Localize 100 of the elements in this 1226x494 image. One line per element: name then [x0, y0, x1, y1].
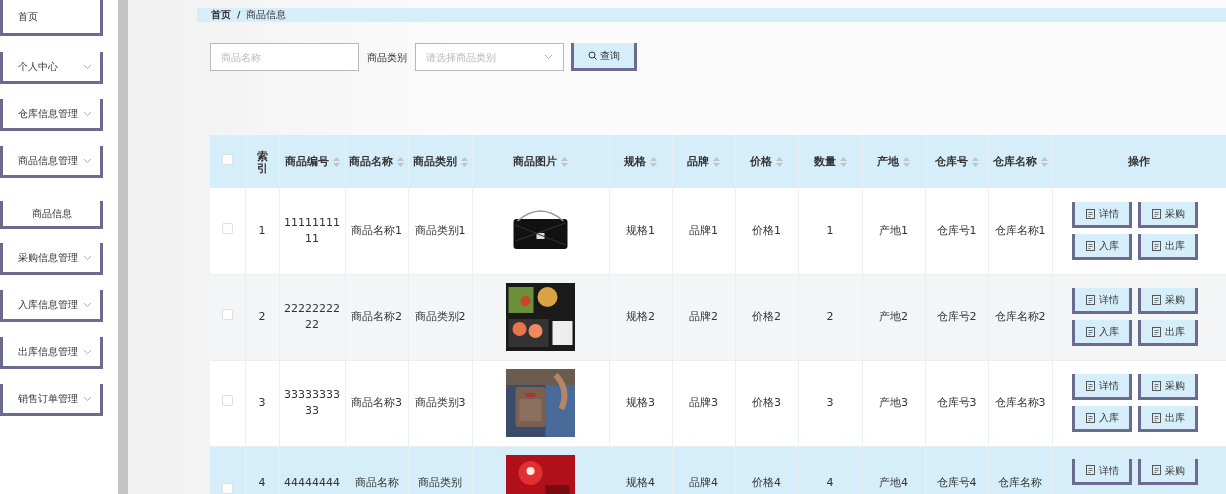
sidebar-item[interactable]: 入库信息管理	[0, 290, 103, 322]
sidebar-subitem[interactable]: 商品信息	[0, 201, 103, 229]
table-cell: 商品类别2	[414, 310, 466, 324]
column-header[interactable]: 商品编号	[284, 154, 340, 169]
chevron-down-icon	[544, 54, 553, 61]
action-button[interactable]: 采购	[1138, 374, 1199, 401]
table-cell: 2	[826, 310, 834, 324]
sort-icon[interactable]	[713, 156, 720, 167]
column-header[interactable]: 产地	[877, 154, 910, 169]
document-icon	[1151, 240, 1161, 251]
column-header: 操作	[1128, 154, 1150, 169]
table-cell: 产地1	[879, 224, 908, 237]
table-cell: 品牌1	[689, 224, 718, 237]
breadcrumb-item[interactable]: 首页	[211, 8, 231, 23]
action-button[interactable]: 出库	[1138, 320, 1199, 347]
table-cell: 仓库名称3	[994, 396, 1046, 410]
sort-icon[interactable]	[332, 156, 340, 167]
table-cell: 产地3	[879, 396, 908, 410]
sidebar-item[interactable]: 首页	[0, 0, 103, 36]
document-icon	[1085, 380, 1095, 391]
chevron-down-icon	[83, 110, 92, 117]
chevron-down-icon	[83, 348, 92, 355]
sidebar-item[interactable]: 采购信息管理	[0, 243, 103, 275]
table-cell: 价格4	[752, 475, 781, 489]
sort-icon[interactable]	[971, 156, 979, 167]
column-header[interactable]: 仓库号	[934, 154, 979, 169]
table-cell: 品牌2	[689, 310, 718, 324]
table-cell: 价格2	[752, 310, 781, 324]
column-header[interactable]: 商品类别	[412, 154, 468, 169]
table-cell: 仓库号3	[936, 396, 977, 410]
document-icon	[1151, 326, 1161, 337]
action-button[interactable]: 入库	[1072, 320, 1133, 347]
column-header[interactable]: 数量	[813, 154, 847, 169]
action-button[interactable]: 详情	[1072, 458, 1133, 485]
action-button[interactable]: 入库	[1072, 406, 1133, 433]
checkbox[interactable]	[221, 482, 233, 494]
sort-icon[interactable]	[561, 156, 568, 167]
table-cell: 商品名称1	[351, 224, 402, 237]
document-icon	[1085, 465, 1095, 476]
column-header[interactable]: 仓库名称	[992, 154, 1048, 169]
sort-icon[interactable]	[839, 156, 847, 167]
column-header[interactable]: 价格	[750, 154, 783, 169]
document-icon	[1151, 380, 1161, 391]
table-cell: 3333333333	[284, 388, 340, 418]
document-icon	[1151, 412, 1161, 423]
table-cell: 仓库号2	[936, 310, 977, 324]
table-cell: 商品名称3	[351, 396, 402, 410]
table-cell: 3	[826, 396, 834, 410]
column-header[interactable]: 品牌	[687, 154, 720, 169]
column-header: 索引	[256, 150, 268, 175]
table-cell: 规格3	[626, 396, 655, 410]
sidebar-item[interactable]: 销售订单管理	[0, 384, 103, 416]
table-cell: 产地2	[879, 310, 908, 324]
table-cell: 产地4	[879, 475, 908, 489]
table-cell: 1	[258, 224, 266, 237]
table-cell: 1	[826, 224, 834, 237]
breadcrumb-item: 商品信息	[246, 8, 287, 22]
table-cell: 商品类别1	[414, 224, 466, 237]
table-cell: 规格2	[626, 310, 655, 324]
search-button[interactable]: 查询	[571, 43, 637, 72]
action-button[interactable]: 入库	[1072, 234, 1133, 260]
sidebar-item[interactable]: 商品信息管理	[0, 146, 103, 178]
document-icon	[1085, 208, 1095, 219]
sort-icon[interactable]	[1040, 156, 1048, 167]
action-button[interactable]: 采购	[1138, 458, 1199, 485]
sidebar-item[interactable]: 出库信息管理	[0, 337, 103, 369]
sort-icon[interactable]	[776, 156, 783, 167]
column-header[interactable]: 规格	[624, 154, 657, 169]
table-cell: 商品名称	[354, 475, 399, 489]
document-icon	[1085, 294, 1095, 305]
sort-icon[interactable]	[903, 156, 910, 167]
action-button[interactable]: 出库	[1138, 406, 1199, 433]
checkbox[interactable]	[221, 153, 233, 165]
sort-icon[interactable]	[460, 156, 468, 167]
document-icon	[1151, 465, 1161, 476]
sidebar-item[interactable]: 仓库信息管理	[0, 99, 103, 131]
document-icon	[1085, 326, 1095, 337]
action-button[interactable]: 出库	[1138, 234, 1199, 260]
action-button[interactable]: 采购	[1138, 288, 1199, 315]
chevron-down-icon	[83, 63, 92, 70]
checkbox[interactable]	[221, 222, 233, 234]
column-header[interactable]: 商品图片	[513, 154, 568, 169]
table-cell: 品牌3	[689, 396, 718, 410]
action-button[interactable]: 采购	[1138, 202, 1199, 228]
checkbox[interactable]	[221, 309, 233, 320]
table-cell: 44444444	[284, 475, 340, 489]
table-cell: 仓库号1	[936, 224, 977, 237]
table-cell: 1111111111	[284, 216, 340, 245]
action-button[interactable]: 详情	[1072, 202, 1133, 228]
action-button[interactable]: 详情	[1072, 288, 1133, 315]
sort-icon[interactable]	[650, 156, 657, 167]
action-button[interactable]: 详情	[1072, 374, 1133, 401]
checkbox[interactable]	[221, 395, 233, 406]
sort-icon[interactable]	[397, 156, 404, 167]
table-cell: 4	[258, 475, 266, 489]
table-cell: 2	[258, 310, 266, 324]
document-icon	[1085, 412, 1095, 423]
sidebar-item[interactable]: 个人中心	[0, 52, 103, 84]
table-cell: 价格1	[752, 224, 781, 237]
column-header[interactable]: 商品名称	[349, 154, 404, 169]
